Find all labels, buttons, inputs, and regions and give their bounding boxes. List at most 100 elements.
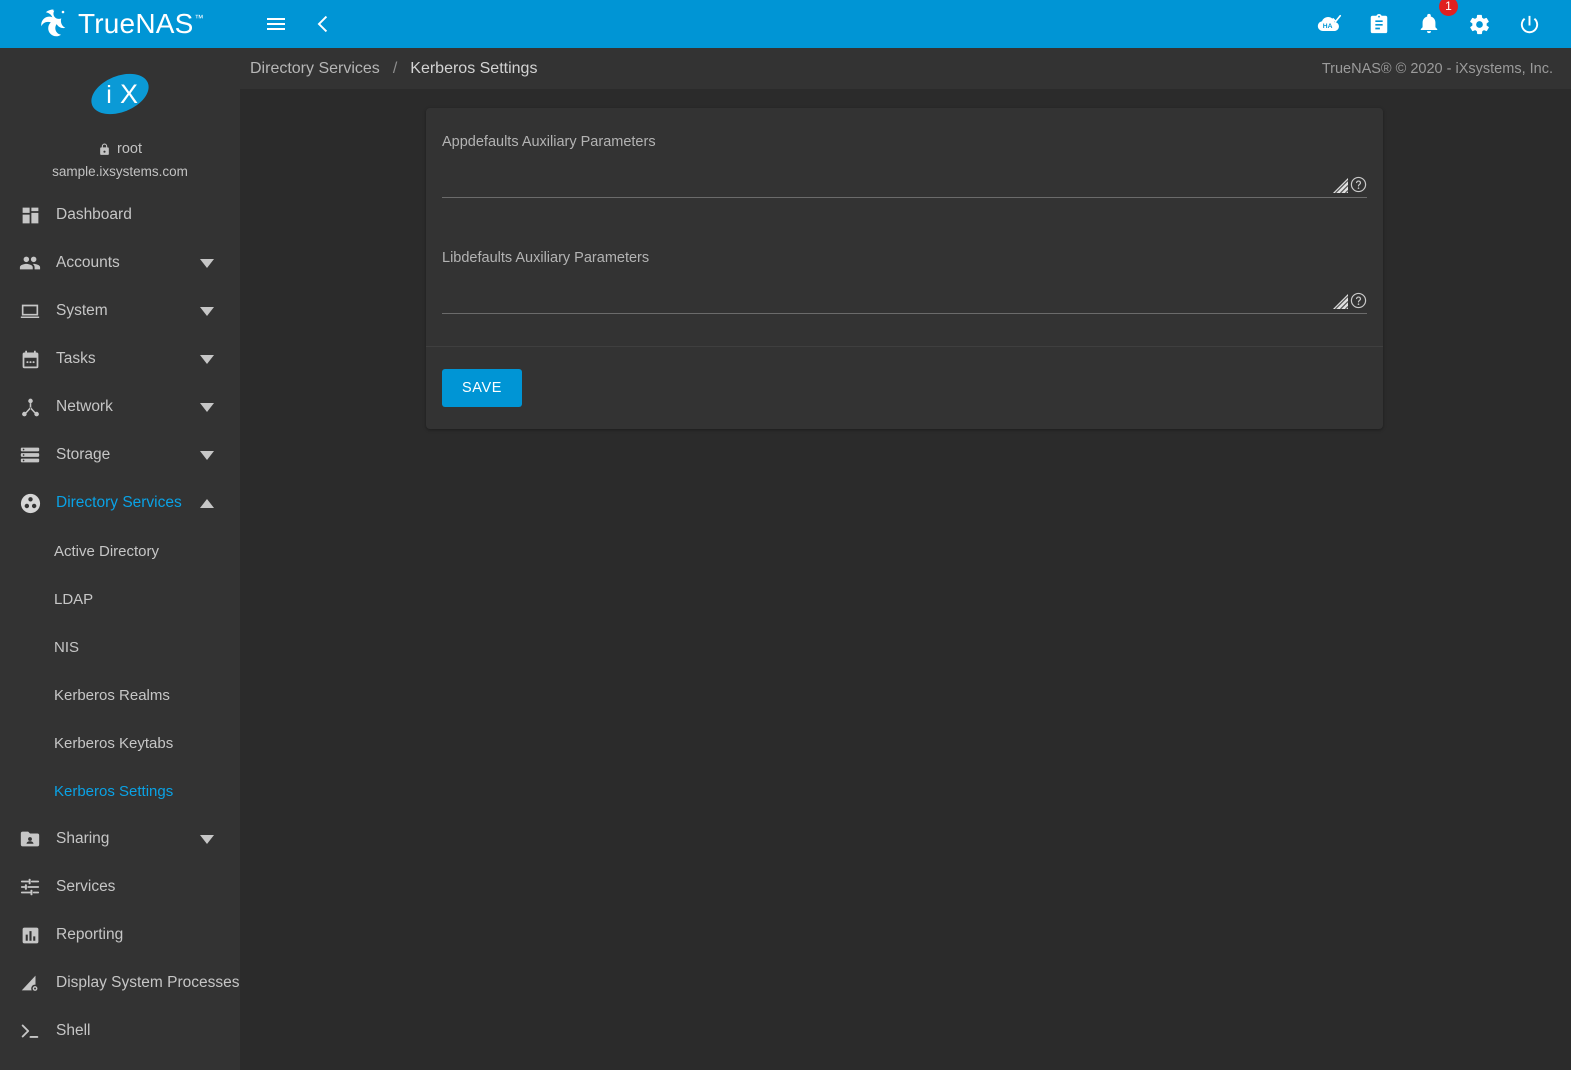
field-label: Appdefaults Auxiliary Parameters (442, 134, 656, 150)
username-label: root (117, 141, 142, 157)
sidebar-item-label: Accounts (56, 254, 120, 271)
directory-services-icon (12, 491, 48, 515)
sidebar-item-ldap[interactable]: LDAP (0, 575, 240, 623)
sidebar-item-active-directory[interactable]: Active Directory (0, 527, 240, 575)
sidebar-item-sharing[interactable]: Sharing (0, 815, 240, 863)
breadcrumb-current: Kerberos Settings (410, 59, 538, 77)
current-user: root (0, 141, 240, 157)
hamburger-menu-icon[interactable] (256, 4, 296, 44)
chevron-down-icon[interactable] (192, 450, 222, 460)
processes-icon (12, 971, 48, 995)
sidebar-item-label: Storage (56, 446, 111, 463)
chevron-left-icon[interactable] (304, 4, 344, 44)
svg-text:X: X (120, 79, 138, 109)
sidebar-item-label: System (56, 302, 108, 319)
breadcrumb-parent[interactable]: Directory Services (250, 60, 380, 78)
field-label: Libdefaults Auxiliary Parameters (442, 250, 650, 266)
shell-icon (12, 1019, 48, 1043)
save-button[interactable]: SAVE (442, 369, 523, 407)
sidebar-item-kerberos-settings[interactable]: Kerberos Settings (0, 767, 240, 815)
brand-logo-area[interactable]: TrueNAS™ (0, 0, 240, 48)
sidebar-item-reporting[interactable]: Reporting (0, 911, 240, 959)
sidebar-subitem-label: NIS (54, 638, 80, 656)
resize-handle-icon[interactable] (1333, 294, 1348, 309)
sidebar-item-label: Reporting (56, 926, 124, 943)
help-circle-icon[interactable] (1350, 292, 1367, 309)
sidebar-item-label: Directory Services (56, 494, 182, 511)
field-libdefaults-auxiliary-parameters: Libdefaults Auxiliary Parameters (442, 250, 1367, 324)
sidebar-item-label: Network (56, 398, 113, 415)
services-icon (12, 875, 48, 899)
sidebar-subitem-label: Kerberos Keytabs (54, 734, 174, 752)
chevron-down-icon[interactable] (192, 306, 222, 316)
notifications-bell-icon[interactable]: 1 (1409, 0, 1458, 44)
brand-trademark: ™ (194, 13, 204, 23)
sidebar-item-label: Shell (56, 1022, 91, 1039)
sidebar-item-label: Services (56, 878, 116, 895)
sidebar-item-tasks[interactable]: Tasks (0, 335, 240, 383)
sidebar-item-label: Dashboard (56, 206, 132, 223)
sidebar-item-network[interactable]: Network (0, 383, 240, 431)
chevron-down-icon[interactable] (192, 834, 222, 844)
breadcrumb-separator: / (392, 59, 398, 77)
sidebar-navigation: i X root sample.ixsystems.com Dashboard … (0, 48, 240, 1070)
sidebar-item-accounts[interactable]: Accounts (0, 239, 240, 287)
brand-name-text: TrueNAS (78, 8, 194, 39)
help-circle-icon[interactable] (1350, 176, 1367, 193)
sidebar-item-kerberos-keytabs[interactable]: Kerberos Keytabs (0, 719, 240, 767)
main-content: Appdefaults Auxiliary Parameters Libdefa… (240, 89, 1571, 1070)
truenas-logo-icon (41, 9, 66, 37)
resize-handle-icon[interactable] (1333, 178, 1348, 193)
svg-text:HA: HA (1323, 23, 1333, 30)
libdefaults-auxiliary-parameters-input[interactable] (442, 270, 1367, 314)
ha-status-icon[interactable]: HA (1309, 4, 1349, 44)
task-manager-icon[interactable] (1359, 4, 1399, 44)
sidebar-item-nis[interactable]: NIS (0, 623, 240, 671)
kerberos-settings-form-card: Appdefaults Auxiliary Parameters Libdefa… (426, 108, 1383, 429)
appdefaults-auxiliary-parameters-input[interactable] (442, 154, 1367, 198)
top-toolbar: TrueNAS™ HA 1 (0, 0, 1571, 48)
network-icon (12, 395, 48, 419)
power-icon[interactable] (1509, 4, 1549, 44)
field-appdefaults-auxiliary-parameters: Appdefaults Auxiliary Parameters (442, 134, 1367, 208)
accounts-icon (12, 251, 48, 275)
sidebar-item-services[interactable]: Services (0, 863, 240, 911)
sidebar-item-label: Sharing (56, 830, 110, 847)
settings-gear-icon[interactable] (1459, 4, 1499, 44)
lock-icon (100, 143, 109, 155)
reporting-icon (12, 923, 48, 947)
sidebar-item-system[interactable]: System (0, 287, 240, 335)
sidebar-item-label: Tasks (56, 350, 96, 367)
chevron-down-icon[interactable] (192, 402, 222, 412)
breadcrumb-bar: Directory Services / Kerberos Settings T… (240, 48, 1571, 89)
brand-name: TrueNAS™ (78, 8, 204, 40)
sidebar-item-directory-services[interactable]: Directory Services (0, 479, 240, 527)
sidebar-subitem-label: Active Directory (54, 542, 160, 560)
sidebar-item-shell[interactable]: Shell (0, 1007, 240, 1055)
chevron-down-icon[interactable] (192, 354, 222, 364)
sidebar-subitem-label: LDAP (54, 590, 94, 608)
dashboard-icon (12, 203, 48, 227)
sidebar-item-dashboard[interactable]: Dashboard (0, 191, 240, 239)
form-fields: Appdefaults Auxiliary Parameters Libdefa… (426, 108, 1383, 346)
ix-systems-logo: i X (91, 73, 149, 115)
breadcrumb: Directory Services / Kerberos Settings (250, 60, 537, 78)
sidebar-item-display-system-processes[interactable]: Display System Processes (0, 959, 240, 1007)
notification-count-badge: 1 (1439, 0, 1458, 16)
sidebar-subitem-label: Kerberos Settings (54, 782, 174, 800)
sidebar-item-label: Display System Processes (56, 974, 240, 991)
sharing-icon (12, 827, 48, 851)
hostname-label: sample.ixsystems.com (52, 164, 188, 179)
storage-icon (12, 443, 48, 467)
form-actions: SAVE (426, 347, 1383, 429)
chevron-up-icon[interactable] (192, 498, 222, 508)
chevron-down-icon[interactable] (192, 258, 222, 268)
sidebar-item-storage[interactable]: Storage (0, 431, 240, 479)
user-info-block: i X root sample.ixsystems.com (0, 48, 240, 191)
copyright-text: TrueNAS® © 2020 - iXsystems, Inc. (1321, 60, 1553, 77)
svg-text:i: i (106, 81, 112, 109)
sidebar-subitem-label: Kerberos Realms (54, 686, 170, 704)
sidebar-item-kerberos-realms[interactable]: Kerberos Realms (0, 671, 240, 719)
system-icon (12, 299, 48, 323)
tasks-icon (12, 347, 48, 371)
